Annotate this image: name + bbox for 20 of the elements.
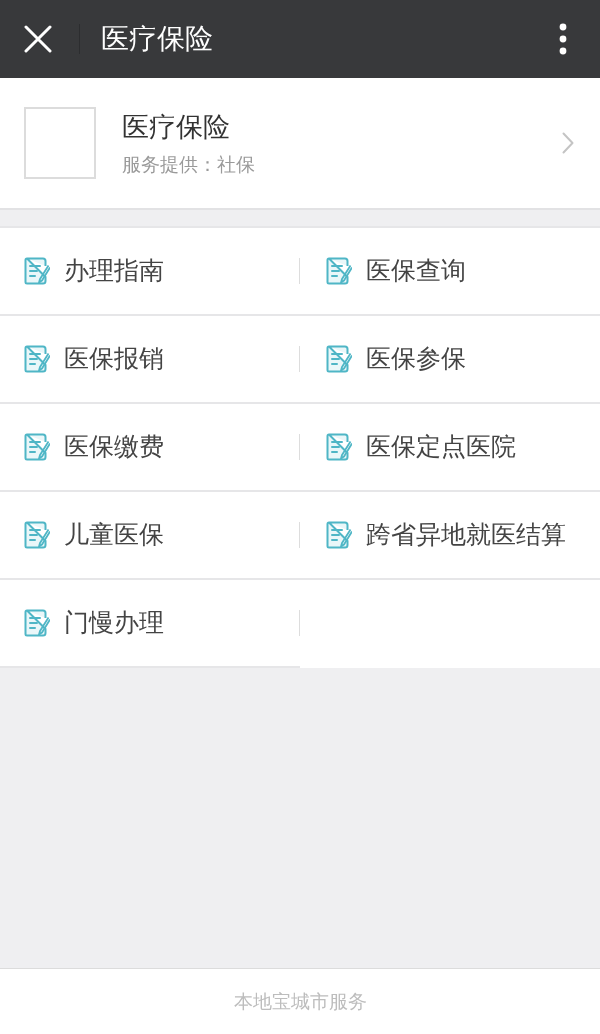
service-title: 医疗保险 [122,110,230,144]
document-edit-icon [24,609,50,637]
service-provider: 服务提供：社保 [122,152,255,177]
close-icon [24,25,52,53]
more-icon [559,23,567,55]
document-edit-icon [326,521,352,549]
document-edit-icon [326,257,352,285]
more-button[interactable] [559,23,567,55]
page-title: 医疗保险 [101,22,213,56]
document-edit-icon [24,257,50,285]
close-button[interactable] [24,25,52,53]
document-edit-icon [326,345,352,373]
footer-text: 本地宝城市服务 [233,988,367,1014]
document-edit-icon [24,521,50,549]
image-placeholder [24,107,96,179]
document-edit-icon [24,433,50,461]
document-edit-icon [326,433,352,461]
service-card[interactable]: 医疗保险 服务提供：社保 [0,78,600,210]
document-edit-icon [24,345,50,373]
chevron-right-icon [562,132,574,154]
